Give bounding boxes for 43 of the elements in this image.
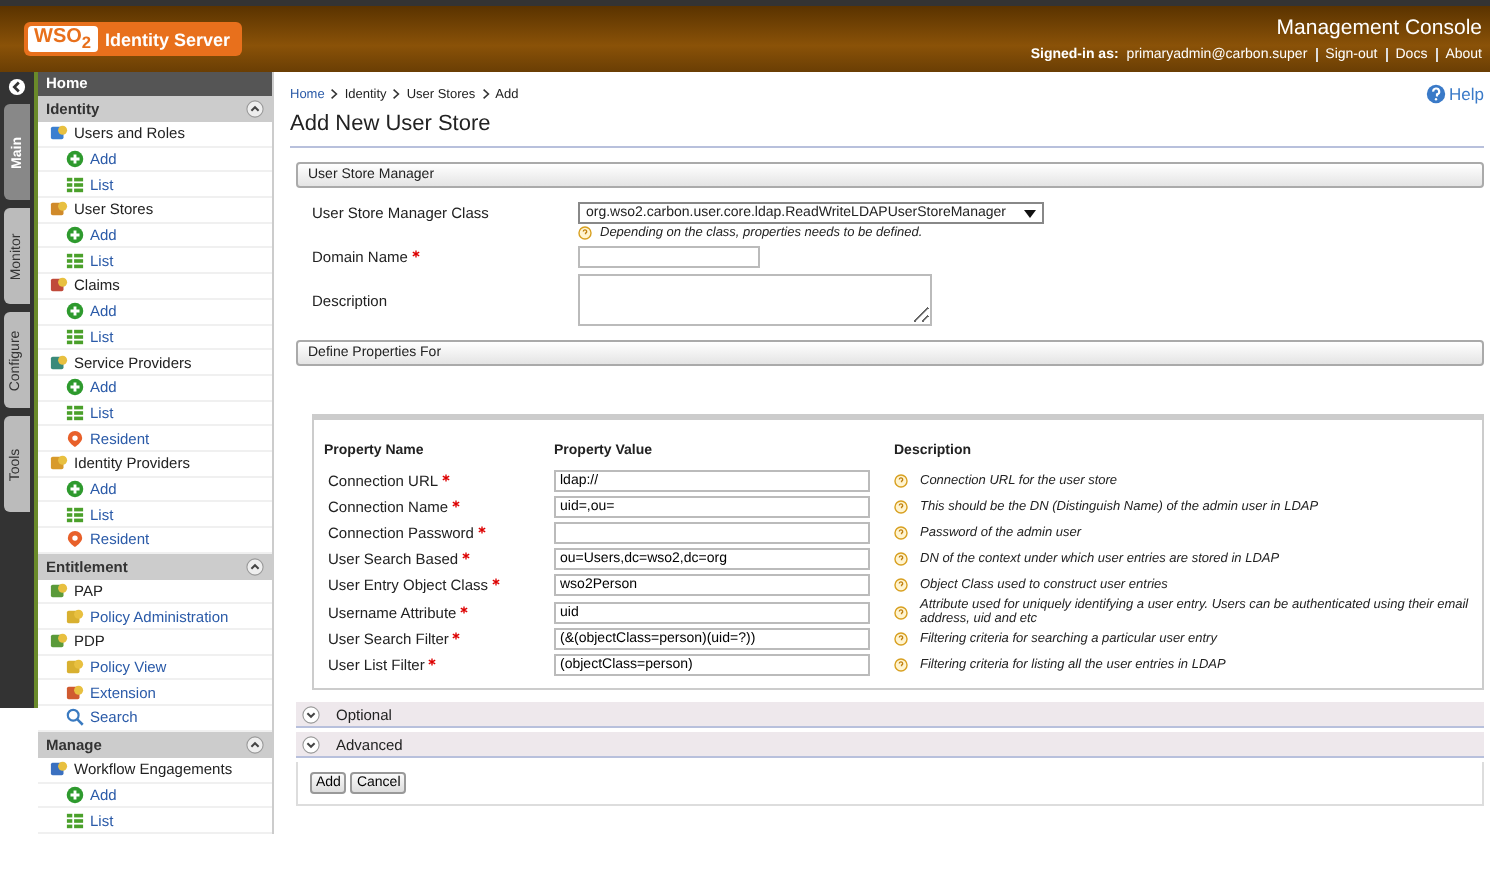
plus-circle-icon <box>66 150 84 169</box>
help-icon <box>894 526 908 540</box>
grid-icon <box>66 327 84 346</box>
grid-icon <box>66 175 84 194</box>
plus-circle-icon <box>66 302 84 321</box>
chevron-right-icon <box>392 88 401 100</box>
plus-circle-icon <box>66 226 84 245</box>
help-link[interactable]: Help <box>1425 84 1484 104</box>
plus-circle-icon <box>66 378 84 397</box>
help-icon <box>894 632 908 646</box>
chevron-right-icon <box>481 88 490 100</box>
chevron-up-icon[interactable] <box>246 735 264 754</box>
chevron-up-icon[interactable] <box>246 100 264 118</box>
help-icon <box>894 605 908 619</box>
help-icon <box>1425 84 1446 104</box>
plus-circle-icon <box>66 479 84 498</box>
chevron-up-icon[interactable] <box>246 557 264 576</box>
pin-icon <box>66 429 84 448</box>
logo-mark: WSO$_{2}$ <box>28 26 98 52</box>
help-icon <box>894 658 908 672</box>
help-icon <box>578 226 592 240</box>
grid-icon <box>66 505 84 524</box>
description-field[interactable] <box>578 274 932 326</box>
plus-circle-icon <box>66 785 84 804</box>
product-name: Identity Server <box>105 29 231 49</box>
grid-icon <box>66 403 84 422</box>
grid-icon <box>66 251 84 270</box>
property-value-field[interactable] <box>554 522 870 544</box>
help-icon <box>894 474 908 488</box>
grid-icon <box>66 811 84 830</box>
console-title: Management Console <box>1274 16 1482 40</box>
search-icon <box>66 708 84 727</box>
pin-icon <box>66 530 84 549</box>
collapse-icon[interactable] <box>8 78 26 96</box>
chevron-right-icon <box>330 88 339 100</box>
chevron-down-icon <box>302 735 320 753</box>
help-icon <box>894 578 908 592</box>
page-title: Add New User Store <box>290 112 1484 148</box>
chevron-down-icon <box>302 705 320 723</box>
help-icon <box>894 500 908 514</box>
domain-name-field[interactable] <box>578 246 760 268</box>
dropdown-arrow-icon <box>1024 209 1036 217</box>
help-icon <box>894 552 908 566</box>
